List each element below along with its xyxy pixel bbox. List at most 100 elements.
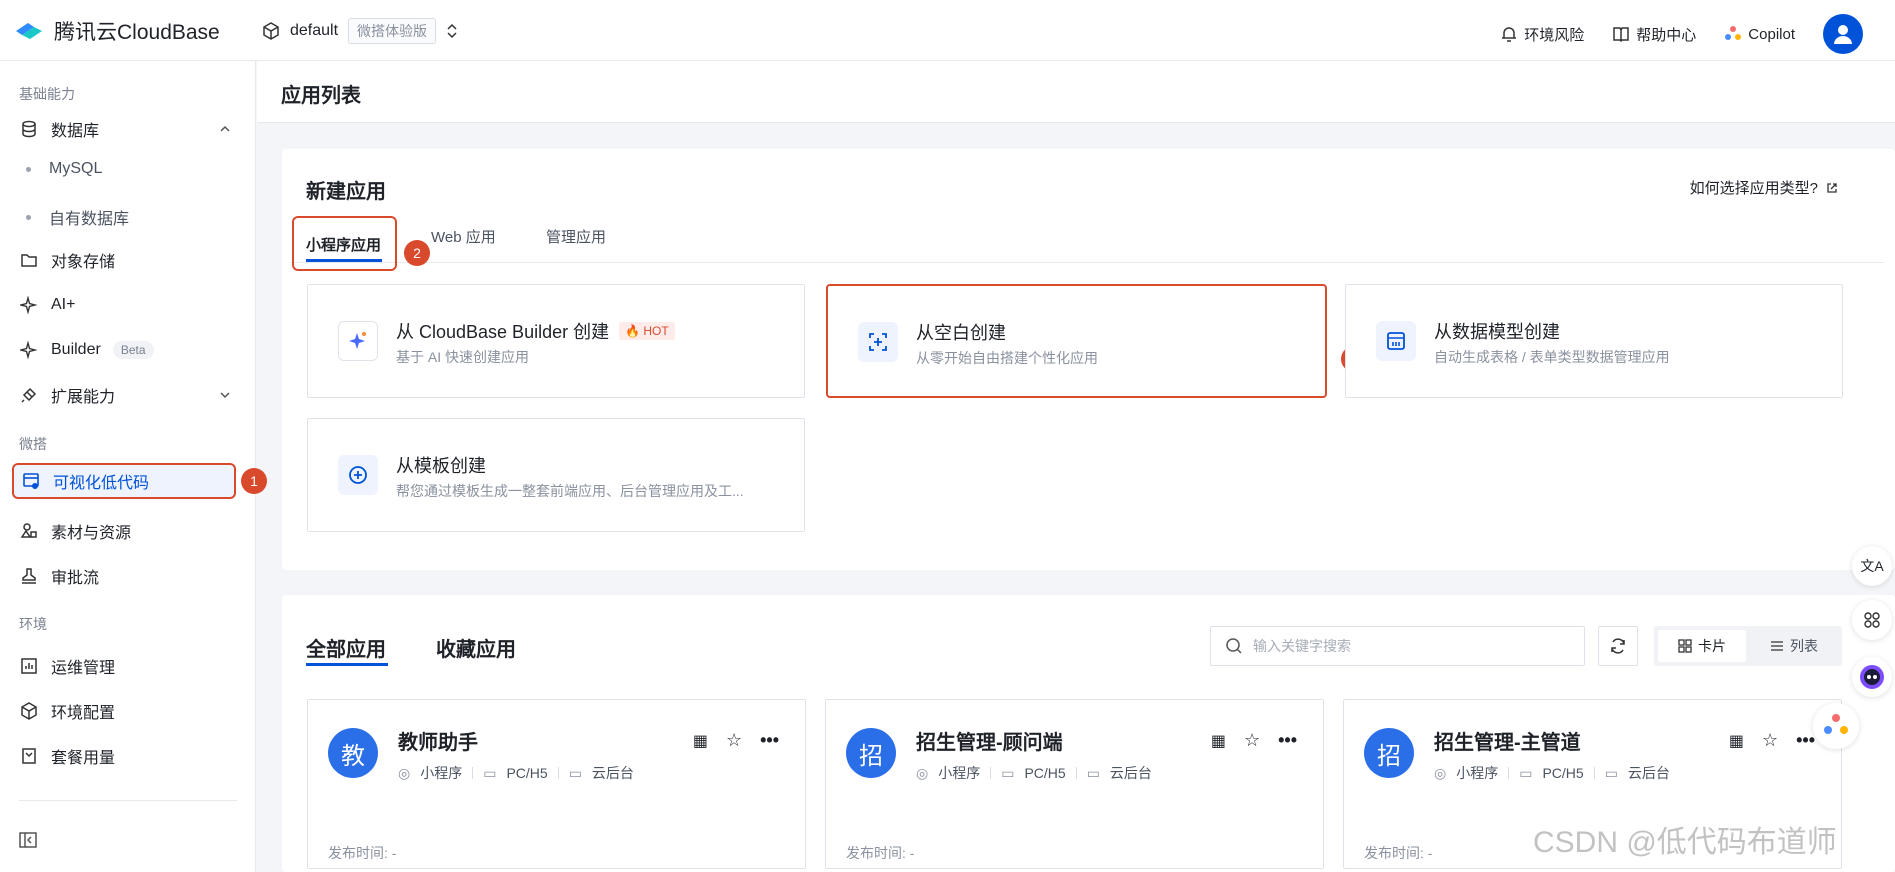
qrcode-icon[interactable]: ▦	[693, 731, 708, 751]
refresh-button[interactable]	[1598, 626, 1638, 666]
sidebar-label: 数据库	[51, 123, 100, 140]
star-icon[interactable]: ☆	[1762, 730, 1778, 751]
publish-time: 发布时间: -	[1364, 845, 1433, 861]
help-center-label: 帮助中心	[1636, 26, 1697, 44]
qrcode-icon[interactable]: ▦	[1211, 731, 1226, 751]
sidebar-item-ops[interactable]: 运维管理	[19, 648, 241, 684]
page-title: 应用列表	[281, 85, 361, 107]
app-tag: 小程序	[1456, 765, 1499, 781]
create-from-builder-card[interactable]: 从 CloudBase Builder 创建 🔥 HOT 基于 AI 快速创建应用	[307, 284, 805, 398]
app-tag: 小程序	[938, 765, 981, 781]
updown-chevron-icon	[447, 23, 457, 39]
sidebar-item-mysql[interactable]: MySQL	[26, 160, 102, 178]
list-icon	[1771, 641, 1783, 651]
hot-label: HOT	[643, 324, 669, 338]
view-list-button[interactable]: 列表	[1750, 630, 1838, 662]
app-tag: PC/H5	[1024, 765, 1066, 781]
app-name: 教师助手	[398, 732, 478, 754]
app-card[interactable]: 教 教师助手 ◎ 小程序 ▭ PC/H5 ▭ 云后台 ▦ ☆ ••• 发布时间: -	[307, 699, 806, 869]
tab-all-apps[interactable]: 全部应用	[306, 633, 386, 662]
translate-button[interactable]: 文A	[1852, 546, 1892, 586]
datamodel-icon	[1376, 321, 1416, 361]
laptop-icon: ▭	[568, 764, 582, 781]
tab-admin[interactable]: 管理应用	[546, 226, 606, 247]
bullet-icon	[26, 214, 31, 220]
annotation-marker-2: 2	[404, 240, 430, 266]
bullet-icon	[26, 166, 31, 172]
app-tag: 云后台	[1109, 765, 1152, 781]
hot-badge: 🔥 HOT	[619, 322, 675, 340]
search-icon	[1226, 638, 1242, 654]
more-icon[interactable]: •••	[760, 730, 779, 751]
tab-miniprogram[interactable]: 小程序应用	[292, 216, 397, 271]
external-link-icon	[1827, 182, 1837, 193]
brand[interactable]: 腾讯云CloudBase	[14, 16, 220, 46]
how-to-choose-label: 如何选择应用类型?	[1689, 180, 1818, 197]
env-switcher[interactable]: default 微搭体验版	[262, 18, 458, 44]
sidebar-item-database[interactable]: 数据库	[19, 111, 241, 147]
cube-config-icon	[19, 701, 39, 721]
card-desc: 从零开始自由搭建个性化应用	[916, 350, 1098, 366]
card-title: 从模板创建	[396, 456, 486, 476]
sidebar-label: 环境配置	[51, 705, 116, 722]
app-card[interactable]: 招 招生管理-顾问端 ◎ 小程序 ▭ PC/H5 ▭ 云后台 ▦ ☆ ••• 发布时间…	[825, 699, 1324, 869]
miniprogram-icon: ◎	[1434, 764, 1447, 781]
sidebar-item-env-config[interactable]: 环境配置	[19, 693, 241, 729]
sidebar-label: 自有数据库	[49, 211, 130, 228]
view-card-button[interactable]: 卡片	[1658, 630, 1746, 662]
sidebar-item-extend[interactable]: 扩展能力	[19, 377, 241, 413]
help-center-link[interactable]: 帮助中心	[1612, 24, 1696, 45]
sidebar-item-storage[interactable]: 对象存储	[19, 242, 241, 278]
star-icon[interactable]: ☆	[1244, 730, 1260, 751]
sidebar-item-usage[interactable]: 套餐用量	[19, 738, 241, 774]
sidebar-label: 素材与资源	[51, 525, 132, 542]
app-tag: 云后台	[591, 765, 634, 781]
sidebar-label: MySQL	[49, 160, 103, 177]
how-to-choose-link[interactable]: 如何选择应用类型?	[1690, 177, 1838, 198]
sidebar-label: Builder	[51, 341, 101, 358]
assistant-bot-button[interactable]	[1852, 657, 1892, 697]
sidebar-label: 运维管理	[51, 660, 116, 677]
sidebar-label: 可视化低代码	[53, 475, 150, 492]
card-title: 从数据模型创建	[1434, 322, 1560, 342]
sidebar-item-own-db[interactable]: 自有数据库	[26, 205, 129, 229]
sidebar-label: 扩展能力	[51, 389, 116, 406]
monitor-icon: ▭	[1001, 764, 1015, 781]
sidebar-divider	[19, 800, 237, 801]
create-from-datamodel-card[interactable]: 从数据模型创建 自动生成表格 / 表单类型数据管理应用	[1345, 284, 1843, 398]
sidebar-item-ai[interactable]: AI+	[19, 287, 241, 323]
more-icon[interactable]: •••	[1278, 730, 1297, 751]
database-icon	[19, 119, 39, 139]
tab-web[interactable]: Web 应用	[431, 226, 496, 247]
create-blank-card[interactable]: 从空白创建 从零开始自由搭建个性化应用	[826, 284, 1327, 398]
user-avatar[interactable]	[1823, 14, 1863, 54]
laptop-icon: ▭	[1086, 764, 1100, 781]
app-type-tabs	[290, 216, 1884, 263]
copilot-link[interactable]: Copilot	[1724, 25, 1795, 43]
stamp-icon	[19, 566, 39, 586]
copilot-float-button[interactable]	[1813, 703, 1859, 749]
book-icon	[1613, 27, 1630, 43]
chevron-up-icon	[220, 125, 230, 132]
package-icon	[19, 746, 39, 766]
tab-favorite-apps[interactable]: 收藏应用	[436, 633, 516, 662]
search-input[interactable]: 输入关键字搜索	[1210, 626, 1585, 666]
qrcode-icon[interactable]: ▦	[1729, 731, 1744, 751]
collapse-sidebar-icon[interactable]	[19, 832, 37, 853]
star-icon[interactable]: ☆	[726, 730, 742, 751]
more-icon[interactable]: •••	[1796, 730, 1815, 751]
sidebar-item-builder[interactable]: Builder Beta	[19, 332, 241, 368]
apps-grid-button[interactable]	[1852, 600, 1892, 640]
env-risk-link[interactable]: 环境风险	[1500, 24, 1584, 45]
sidebar-item-lowcode[interactable]: 可视化低代码	[12, 463, 236, 499]
create-from-template-card[interactable]: 从模板创建 帮您通过模板生成一整套前端应用、后台管理应用及工...	[307, 418, 805, 532]
sidebar-item-approval[interactable]: 审批流	[19, 558, 241, 594]
app-tag: 云后台	[1627, 765, 1670, 781]
app-avatar: 招	[1364, 728, 1414, 778]
annotation-marker-1: 1	[241, 468, 267, 494]
sidebar-item-assets[interactable]: 素材与资源	[19, 513, 241, 549]
user-icon	[1834, 25, 1852, 44]
cloudbase-logo-icon	[16, 23, 42, 39]
new-app-title: 新建应用	[306, 181, 386, 203]
card-desc: 自动生成表格 / 表单类型数据管理应用	[1434, 349, 1670, 365]
